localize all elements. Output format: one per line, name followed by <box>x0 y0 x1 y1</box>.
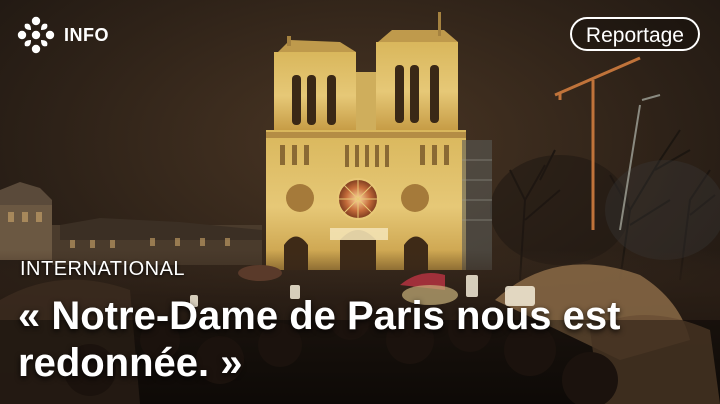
brand-logo[interactable]: INFO <box>17 16 109 54</box>
video-headline: « Notre-Dame de Paris nous est redonnée.… <box>18 294 621 385</box>
video-category: INTERNATIONAL <box>20 258 186 280</box>
radio-canada-gem-icon <box>17 16 55 54</box>
brand-label: INFO <box>64 24 109 45</box>
reportage-badge: Reportage <box>569 17 700 51</box>
